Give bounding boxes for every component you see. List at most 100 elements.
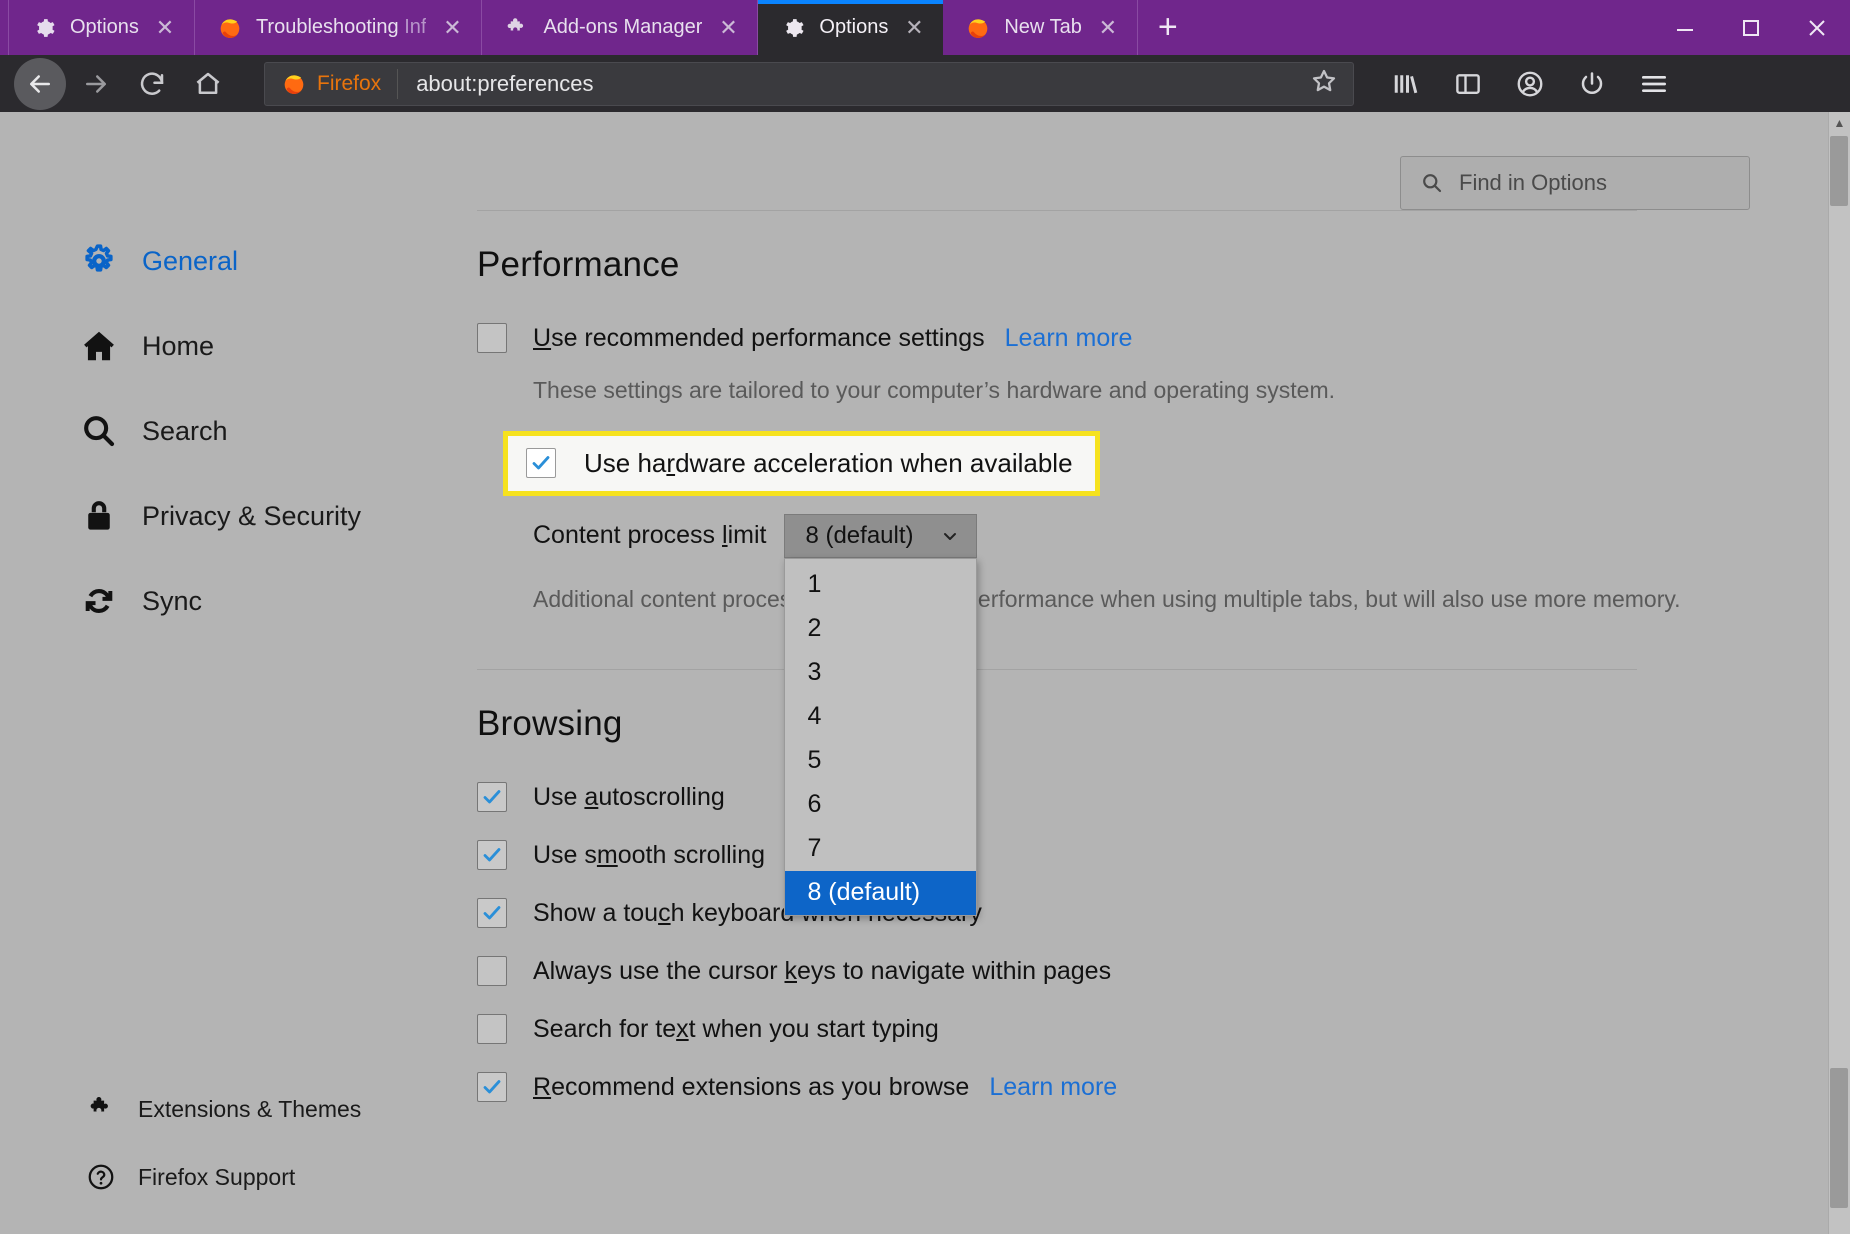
menu-button[interactable] — [1630, 60, 1678, 108]
recommended-performance-row[interactable]: Use recommended performance settings Lea… — [477, 315, 1790, 361]
window-controls — [1652, 0, 1850, 55]
dropdown-option[interactable]: 1 — [785, 563, 976, 607]
address-bar[interactable]: Firefox about:preferences — [264, 61, 1354, 106]
sidebar-icon — [1456, 73, 1480, 94]
sidebar-item-label: Home — [142, 330, 215, 361]
home-button[interactable] — [182, 58, 234, 110]
preferences-sidebar: General Home Search Privacy & Security S… — [0, 112, 470, 1234]
gear-icon — [85, 244, 113, 272]
browsing-option-label: Use smooth scrolling — [533, 840, 766, 869]
content-process-limit-dropdown[interactable]: 1 2 3 4 5 6 7 8 (default) — [784, 557, 978, 916]
browsing-option-row[interactable]: Use autoscrolling — [477, 774, 1790, 820]
reload-button[interactable] — [126, 58, 178, 110]
browsing-option-row[interactable]: Show a touch keyboard when necessary — [477, 890, 1790, 936]
sidebar-item-label: Firefox Support — [138, 1163, 296, 1190]
url-input[interactable]: about:preferences — [398, 71, 1309, 97]
dropdown-option[interactable]: 2 — [785, 607, 976, 651]
dropdown-option[interactable]: 5 — [785, 739, 976, 783]
recommend-extensions-checkbox[interactable] — [477, 1072, 507, 1103]
browsing-option-row[interactable]: Recommend extensions as you browse Learn… — [477, 1064, 1790, 1110]
dropdown-option[interactable]: 7 — [785, 827, 976, 871]
search-input[interactable]: Find in Options — [1400, 156, 1750, 210]
tab-close-icon[interactable]: ✕ — [152, 15, 178, 41]
performance-description: These settings are tailored to your comp… — [533, 377, 1336, 403]
scrollbar-thumb[interactable] — [1830, 1068, 1848, 1208]
dropdown-option-selected[interactable]: 8 (default) — [785, 870, 977, 915]
new-tab-button[interactable]: + — [1138, 0, 1198, 55]
use-autoscrolling-checkbox[interactable] — [477, 782, 507, 813]
dropdown-option[interactable]: 3 — [785, 651, 976, 695]
account-button[interactable] — [1506, 60, 1554, 108]
content-process-limit-label: Content process limit — [533, 521, 767, 550]
bookmark-star-icon[interactable] — [1309, 66, 1339, 101]
power-button[interactable] — [1568, 60, 1616, 108]
sidebar-button[interactable] — [1444, 60, 1492, 108]
cursor-keys-navigate-checkbox[interactable] — [477, 956, 507, 987]
back-arrow-icon — [30, 74, 50, 93]
recommended-performance-checkbox[interactable] — [477, 323, 507, 353]
browsing-title: Browsing — [477, 704, 623, 744]
sidebar-item-privacy-security[interactable]: Privacy & Security — [0, 487, 470, 545]
browser-tab[interactable]: Add-ons Manager ✕ — [482, 0, 759, 55]
browser-tab-active[interactable]: Options ✕ — [758, 0, 944, 55]
back-button[interactable] — [14, 57, 66, 110]
tab-close-icon[interactable]: ✕ — [715, 15, 741, 41]
sidebar-item-firefox-support[interactable]: Firefox Support — [0, 1152, 470, 1202]
show-touch-keyboard-checkbox[interactable] — [477, 898, 507, 929]
browsing-option-row[interactable]: Search for text when you start typing — [477, 1006, 1790, 1052]
tab-close-icon[interactable]: ✕ — [901, 15, 927, 41]
sidebar-item-label: Privacy & Security — [142, 500, 362, 531]
sidebar-item-extensions-themes[interactable]: Extensions & Themes — [0, 1084, 470, 1134]
learn-more-link[interactable]: Learn more — [989, 1073, 1117, 1102]
puzzle-icon — [90, 1097, 108, 1112]
navigation-toolbar: Firefox about:preferences — [0, 55, 1850, 112]
page-scrollbar[interactable]: ▲ — [1828, 112, 1850, 1234]
tab-close-icon[interactable]: ✕ — [439, 15, 465, 41]
search-on-typing-checkbox[interactable] — [477, 1014, 507, 1045]
browsing-option-row[interactable]: Use smooth scrolling — [477, 832, 1790, 878]
forward-button[interactable] — [70, 58, 122, 110]
dropdown-option[interactable]: 4 — [785, 695, 976, 739]
sidebar-item-sync[interactable]: Sync — [0, 572, 470, 630]
tab-title: Options — [70, 16, 139, 38]
browsing-option-label: Recommend extensions as you browse — [533, 1072, 970, 1101]
select-value: 8 (default) — [805, 521, 914, 549]
browsing-option-label: Always use the cursor keys to navigate w… — [533, 956, 1112, 985]
scroll-up-arrow[interactable]: ▲ — [1829, 112, 1850, 134]
use-smooth-scrolling-checkbox[interactable] — [477, 840, 507, 871]
browser-tab[interactable]: New Tab ✕ — [943, 0, 1138, 55]
library-icon — [1394, 74, 1418, 93]
chevron-down-icon — [944, 532, 957, 540]
hardware-acceleration-highlight[interactable]: Use hardware acceleration when available — [503, 430, 1100, 496]
browser-tab[interactable]: Options ✕ — [8, 0, 195, 55]
power-icon — [1581, 71, 1603, 94]
learn-more-link[interactable]: Learn more — [1005, 324, 1133, 353]
hardware-acceleration-checkbox[interactable] — [526, 448, 556, 479]
home-icon — [84, 331, 114, 361]
sidebar-item-label: Sync — [142, 585, 203, 616]
content-process-limit-select[interactable]: 8 (default) — [784, 513, 978, 558]
browsing-section: Browsing Use autoscrolling Use smooth sc… — [476, 669, 1790, 1110]
identity-box[interactable]: Firefox — [281, 68, 399, 99]
library-button[interactable] — [1382, 60, 1430, 108]
lock-icon — [88, 501, 110, 530]
sidebar-item-home[interactable]: Home — [0, 317, 470, 375]
home-icon — [196, 72, 220, 94]
tab-title: Troubleshooting Inf — [255, 16, 427, 38]
tab-close-icon[interactable]: ✕ — [1095, 15, 1121, 41]
browser-tab[interactable]: Troubleshooting Inf ✕ — [195, 0, 483, 55]
maximize-button[interactable] — [1718, 0, 1784, 55]
content-process-description: Additional content processes can improve… — [533, 585, 1681, 612]
dropdown-option[interactable]: 6 — [785, 783, 976, 827]
puzzle-icon — [508, 17, 524, 30]
sidebar-item-search[interactable]: Search — [0, 402, 470, 460]
sidebar-item-general[interactable]: General — [0, 232, 470, 290]
close-button[interactable] — [1784, 0, 1850, 55]
section-divider — [477, 210, 1637, 211]
minimize-button[interactable] — [1652, 0, 1718, 55]
tab-strip: Options ✕ Troubleshooting Inf ✕ Add-ons … — [0, 0, 1850, 55]
scrollbar-thumb-top[interactable] — [1830, 136, 1848, 206]
sidebar-item-label: Extensions & Themes — [138, 1095, 362, 1122]
browsing-option-row[interactable]: Always use the cursor keys to navigate w… — [477, 948, 1790, 994]
reload-icon — [140, 71, 164, 95]
